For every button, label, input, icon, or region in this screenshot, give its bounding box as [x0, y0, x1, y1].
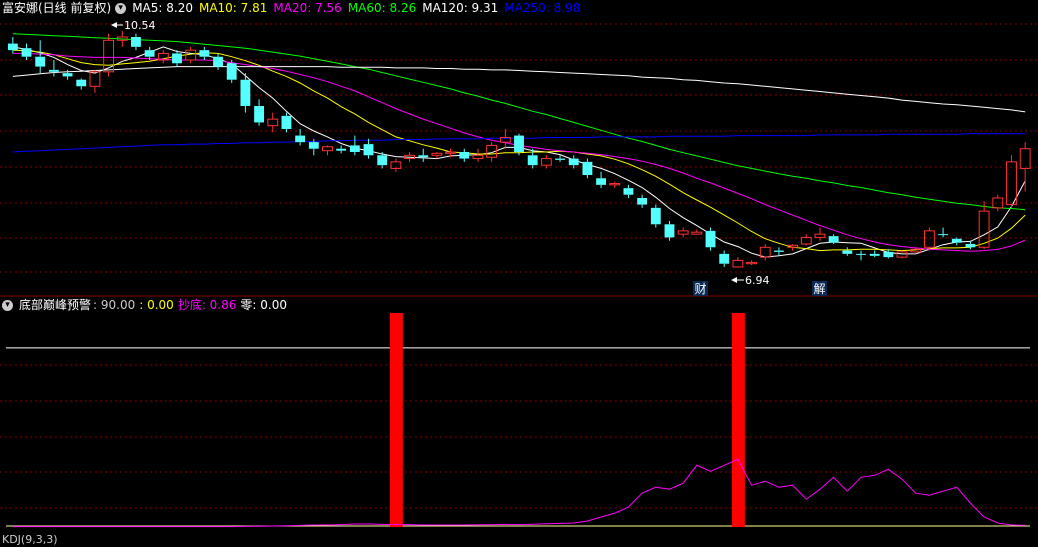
chevron-down-icon[interactable]: ▾: [115, 3, 127, 14]
high-price-label: 10.54: [124, 19, 156, 32]
candle: [869, 250, 880, 258]
candle: [691, 229, 703, 235]
indicator-legend-item: 零: 0.00: [240, 298, 287, 312]
candle: [349, 135, 360, 156]
candle: [759, 244, 771, 261]
candle: [773, 247, 784, 256]
low-price-label: 6.94: [745, 274, 770, 287]
candle: [746, 260, 757, 266]
candle: [390, 158, 402, 172]
ma-line-ma120: [12, 66, 1026, 113]
signal-bar: [389, 313, 403, 527]
candle: [650, 204, 661, 228]
candle: [213, 53, 223, 70]
candle: [172, 50, 182, 67]
candle: [637, 194, 648, 208]
candle: [596, 171, 607, 189]
ma-legend-item: MA60: 8.26: [347, 1, 417, 15]
candle: [787, 244, 799, 251]
candle: [568, 155, 579, 169]
ma-legend-item: MA10: 7.81: [198, 1, 268, 15]
ma-legend: MA5: 8.20 MA10: 7.81 MA20: 7.56 MA60: 8.26 M…: [132, 1, 586, 15]
candle: [540, 155, 552, 169]
candle: [800, 234, 812, 246]
candle: [131, 33, 141, 51]
candle: [459, 148, 470, 162]
ma-legend-item: MA120: 9.31: [422, 1, 499, 15]
candle: [48, 60, 59, 77]
candle: [254, 99, 265, 126]
stock-title: 富安娜(日线 前复权): [2, 1, 112, 15]
candle: [35, 40, 46, 74]
kdj-header: KDJ(9,3,3): [2, 533, 64, 547]
candle: [951, 237, 962, 246]
stock-chart[interactable]: 10.54 6.94 财 解: [0, 0, 1038, 540]
indicator-title: 底部巅峰预警: [19, 298, 92, 312]
candle: [336, 145, 347, 154]
candle: [499, 129, 511, 149]
candle: [582, 158, 593, 179]
candle: [677, 227, 689, 238]
signal-bar: [731, 313, 745, 527]
candle: [418, 148, 429, 162]
candle: [363, 138, 374, 159]
marker-cai-label: 财: [694, 282, 706, 296]
candle: [486, 142, 498, 162]
indicator-series: [6, 313, 1030, 528]
candlesticks: [7, 31, 1031, 268]
chaodi-line: [12, 458, 1026, 528]
candle: [7, 37, 18, 54]
candle: [199, 46, 210, 60]
chevron-down-icon[interactable]: ▾: [2, 300, 13, 311]
candle: [623, 184, 634, 198]
candle: [814, 227, 826, 241]
candle: [609, 181, 621, 189]
candle: [76, 78, 87, 90]
candle: [267, 112, 279, 133]
candle: [938, 227, 949, 238]
low-annotation: 6.94: [731, 274, 770, 287]
marker-cai[interactable]: 财: [693, 281, 708, 296]
ma-legend-item: MA5: 8.20: [132, 1, 193, 15]
indicator-legend-item: : 90.00: [93, 298, 136, 312]
candle: [226, 60, 237, 83]
indicator-legend: : 90.00: 0.00 抄底: 0.86 零: 0.00: [93, 298, 291, 312]
ma-legend-item: MA20: 7.56: [273, 1, 342, 15]
candle: [923, 227, 935, 251]
candle: [842, 247, 853, 256]
candle: [157, 50, 169, 64]
candle: [828, 234, 839, 244]
candle: [281, 112, 292, 133]
indicator-legend-item: : 0.00: [139, 298, 174, 312]
candle: [21, 43, 32, 60]
candle: [732, 257, 744, 268]
marker-jie-label: 解: [813, 282, 825, 296]
ma-legend-item: MA250: 8.98: [504, 1, 581, 15]
candle: [896, 250, 908, 259]
candle: [719, 250, 730, 267]
candle: [705, 227, 716, 251]
indicator-legend-item: 抄底: 0.86: [177, 298, 237, 312]
candle: [322, 145, 333, 156]
indicator-panel-header: ▾ 底部巅峰预警: 90.00: 0.00 抄底: 0.86 零: 0.00: [2, 298, 297, 312]
high-annotation: 10.54: [111, 19, 156, 32]
marker-jie[interactable]: 解: [812, 281, 827, 296]
candle: [883, 249, 894, 259]
candle: [472, 148, 484, 162]
candle: [856, 250, 866, 261]
price-panel-header: 富安娜(日线 前复权) ▾ MA5: 8.20 MA10: 7.81 MA20: 7.5…: [2, 1, 592, 15]
indicator-panel-grid: [0, 364, 1038, 509]
